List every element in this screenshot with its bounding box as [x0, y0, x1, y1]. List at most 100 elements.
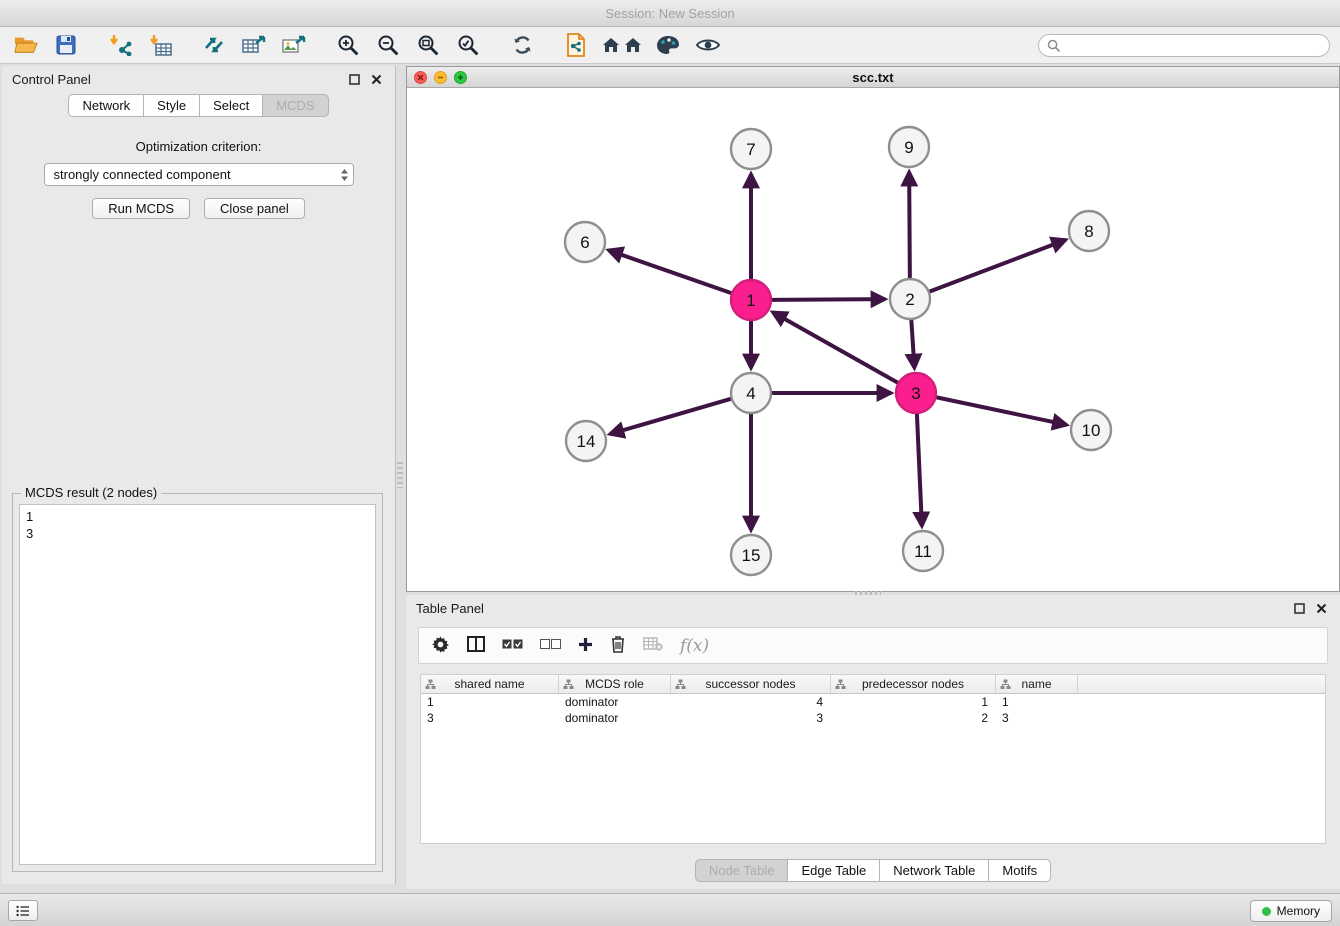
criterion-dropdown[interactable]: strongly connected component	[44, 163, 354, 186]
delete-column-button[interactable]	[610, 635, 626, 656]
memory-button[interactable]: Memory	[1250, 900, 1332, 922]
delete-table-button[interactable]	[643, 637, 663, 654]
edge-2-9[interactable]	[909, 172, 910, 279]
search-input[interactable]	[1065, 38, 1321, 52]
table-tab-motifs[interactable]: Motifs	[988, 859, 1051, 882]
table-cell[interactable]: 3	[421, 711, 559, 725]
table-cell[interactable]: 3	[996, 711, 1078, 725]
graph-node-8[interactable]: 8	[1069, 211, 1109, 251]
zoom-selected-button[interactable]	[452, 30, 484, 60]
window-minimize-icon[interactable]	[434, 71, 447, 84]
edge-3-1[interactable]	[773, 312, 899, 383]
search-field[interactable]	[1038, 34, 1330, 57]
tab-network[interactable]: Network	[68, 94, 144, 117]
table-cell[interactable]: dominator	[559, 711, 671, 725]
list-icon	[16, 905, 30, 917]
export-image-button[interactable]	[278, 30, 310, 60]
network-graph[interactable]: 7 9 6 8 1 2 4 3 14 10 15 11	[407, 89, 1339, 591]
column-header-mcds-role[interactable]: MCDS role	[559, 675, 671, 693]
table-cell[interactable]: 2	[831, 711, 996, 725]
column-header-name[interactable]: name	[996, 675, 1078, 693]
table-row[interactable]: 1dominator411	[421, 694, 1325, 710]
panel-selector-button[interactable]	[8, 900, 38, 921]
home-views-button[interactable]	[600, 30, 644, 60]
save-session-button[interactable]	[50, 30, 82, 60]
table-float-button[interactable]	[1290, 600, 1308, 616]
unselect-all-columns-button[interactable]	[540, 638, 561, 653]
zoom-fit-button[interactable]	[412, 30, 444, 60]
checked-boxes-icon	[502, 639, 523, 650]
table-cell[interactable]: 3	[671, 711, 831, 725]
edge-1-6[interactable]	[609, 250, 733, 293]
mcds-result-text[interactable]: 1 3	[19, 504, 376, 865]
tab-select[interactable]: Select	[199, 94, 263, 117]
table-cell[interactable]: 1	[996, 695, 1078, 709]
tab-mcds[interactable]: MCDS	[262, 94, 328, 117]
svg-text:14: 14	[577, 432, 596, 451]
refresh-button[interactable]	[506, 30, 538, 60]
graph-node-6[interactable]: 6	[565, 222, 605, 262]
table-panel-title: Table Panel	[416, 601, 484, 616]
show-columns-button[interactable]	[467, 636, 485, 655]
graph-node-15[interactable]: 15	[731, 535, 771, 575]
graph-node-1[interactable]: 1	[731, 280, 771, 320]
table-cell[interactable]: dominator	[559, 695, 671, 709]
zoom-in-button[interactable]	[332, 30, 364, 60]
graph-node-3[interactable]: 3	[896, 373, 936, 413]
export-table-button[interactable]	[238, 30, 270, 60]
table-panel-header: Table Panel	[406, 595, 1340, 621]
column-header-successor-nodes[interactable]: successor nodes	[671, 675, 831, 693]
edge-4-14[interactable]	[610, 399, 732, 434]
show-hide-graphics-button[interactable]	[692, 30, 724, 60]
close-panel-action-button[interactable]: Close panel	[204, 198, 305, 219]
node-table[interactable]: shared nameMCDS rolesuccessor nodesprede…	[420, 674, 1326, 844]
new-network-button[interactable]	[198, 30, 230, 60]
create-column-button[interactable]	[578, 637, 593, 655]
graph-node-11[interactable]: 11	[903, 531, 943, 571]
first-network-view-button[interactable]	[560, 30, 592, 60]
graph-node-9[interactable]: 9	[889, 127, 929, 167]
table-tab-network-table[interactable]: Network Table	[879, 859, 989, 882]
function-builder-button[interactable]: f(x)	[680, 636, 709, 656]
edge-2-3[interactable]	[911, 319, 914, 368]
import-network-button[interactable]	[104, 30, 136, 60]
column-header-predecessor-nodes[interactable]: predecessor nodes	[831, 675, 996, 693]
dropdown-stepper-icon	[340, 168, 349, 182]
vertical-splitter[interactable]	[397, 462, 403, 488]
graph-node-7[interactable]: 7	[731, 129, 771, 169]
trash-icon	[610, 635, 626, 653]
apply-style-button[interactable]	[652, 30, 684, 60]
tab-style[interactable]: Style	[143, 94, 200, 117]
graph-node-14[interactable]: 14	[566, 421, 606, 461]
table-tab-edge-table[interactable]: Edge Table	[787, 859, 880, 882]
window-close-icon[interactable]	[414, 71, 427, 84]
graph-node-2[interactable]: 2	[890, 279, 930, 319]
zoom-out-button[interactable]	[372, 30, 404, 60]
edge-3-10[interactable]	[936, 397, 1067, 425]
table-cell[interactable]: 1	[831, 695, 996, 709]
edge-2-8[interactable]	[929, 240, 1066, 292]
network-window-titlebar[interactable]: scc.txt	[407, 67, 1339, 88]
run-mcds-button[interactable]: Run MCDS	[92, 198, 190, 219]
open-file-button[interactable]	[10, 30, 42, 60]
network-canvas[interactable]: 7 9 6 8 1 2 4 3 14 10 15 11	[407, 89, 1339, 591]
column-header-shared-name[interactable]: shared name	[421, 675, 559, 693]
close-panel-button[interactable]	[367, 71, 385, 87]
memory-status-icon	[1262, 907, 1271, 916]
graph-node-4[interactable]: 4	[731, 373, 771, 413]
edge-3-11[interactable]	[917, 413, 922, 526]
window-maximize-icon[interactable]	[454, 71, 467, 84]
gear-icon	[431, 635, 450, 654]
import-table-button[interactable]	[144, 30, 176, 60]
table-cell[interactable]: 1	[421, 695, 559, 709]
table-tab-node-table[interactable]: Node Table	[695, 859, 789, 882]
table-cell[interactable]: 4	[671, 695, 831, 709]
select-all-columns-button[interactable]	[502, 638, 523, 653]
table-close-button[interactable]	[1312, 600, 1330, 616]
table-settings-button[interactable]	[431, 635, 450, 657]
edge-1-2[interactable]	[771, 299, 885, 300]
import-network-icon	[108, 34, 132, 56]
table-row[interactable]: 3dominator323	[421, 710, 1325, 726]
graph-node-10[interactable]: 10	[1071, 410, 1111, 450]
float-panel-button[interactable]	[345, 71, 363, 87]
